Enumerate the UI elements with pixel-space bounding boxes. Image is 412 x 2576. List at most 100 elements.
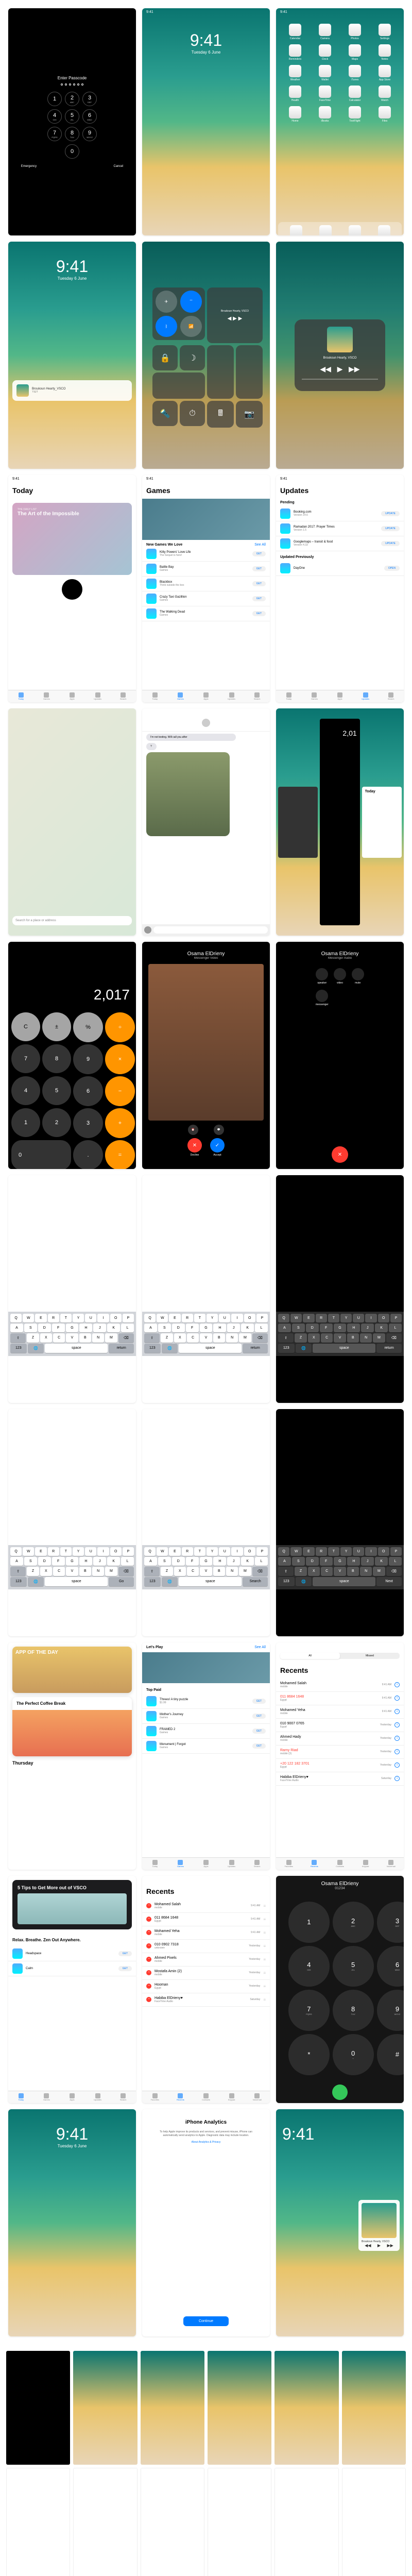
key-Z[interactable]: Z <box>161 1333 173 1343</box>
key-P[interactable]: P <box>390 1314 402 1323</box>
get-button[interactable]: GET <box>252 581 266 586</box>
key-L[interactable]: L <box>255 1557 268 1566</box>
key-N[interactable]: N <box>92 1333 104 1343</box>
key-V[interactable]: V <box>200 1333 212 1343</box>
delete-icon[interactable]: − <box>146 1943 151 1948</box>
space-key[interactable]: space <box>45 1344 108 1353</box>
key-N[interactable]: N <box>226 1567 238 1576</box>
return-key[interactable]: Next <box>376 1577 402 1586</box>
key-Y[interactable]: Y <box>207 1547 218 1556</box>
app-facetime[interactable]: FaceTime <box>312 86 338 102</box>
shift-key[interactable]: ⇧ <box>10 1567 26 1576</box>
tab-updates[interactable]: Updates <box>85 2093 111 2101</box>
key-R[interactable]: R <box>182 1314 193 1323</box>
shift-key[interactable]: ⇧ <box>10 1333 26 1343</box>
key-M[interactable]: M <box>105 1333 117 1343</box>
num-key[interactable]: 123 <box>144 1577 161 1586</box>
app-ibooks[interactable]: iBooks <box>312 106 338 123</box>
key-Z[interactable]: Z <box>295 1567 306 1576</box>
calc-key-.[interactable]: . <box>73 1140 103 1169</box>
calc-key-×[interactable]: × <box>105 1044 135 1074</box>
key-W[interactable]: W <box>157 1314 168 1323</box>
key-W[interactable]: W <box>23 1314 34 1323</box>
tab-today[interactable]: Today <box>142 692 168 700</box>
recent-row[interactable]: −010 0902 7318unknownYesterday≡ <box>142 1940 270 1953</box>
dial-4[interactable]: 4GHI <box>288 1946 330 1987</box>
key-T[interactable]: T <box>328 1314 339 1323</box>
key-P[interactable]: P <box>390 1547 402 1556</box>
key-Y[interactable]: Y <box>73 1314 84 1323</box>
key-U[interactable]: U <box>219 1547 230 1556</box>
keypad-2[interactable]: 2ABC <box>65 92 79 106</box>
list-item[interactable]: Calm GET <box>8 1961 136 1976</box>
get-button[interactable]: GET <box>252 566 266 571</box>
tab-keypad[interactable]: Keypad <box>219 2093 245 2101</box>
space-key[interactable]: space <box>179 1577 242 1586</box>
delete-icon[interactable]: − <box>146 1930 151 1935</box>
key-H[interactable]: H <box>79 1557 92 1566</box>
tips-card[interactable]: 5 Tips to Get More out of VSCO <box>12 1880 132 1929</box>
calc-key-÷[interactable]: ÷ <box>105 1012 135 1042</box>
key-Q[interactable]: Q <box>278 1547 289 1556</box>
return-key[interactable]: Go <box>109 1577 134 1586</box>
key-O[interactable]: O <box>244 1547 255 1556</box>
end-call-button[interactable]: ✕ <box>332 1146 348 1163</box>
emergency-button[interactable]: Emergency <box>21 165 37 168</box>
reorder-icon[interactable]: ≡ <box>263 1971 266 1975</box>
key-W[interactable]: W <box>290 1547 302 1556</box>
article-card[interactable]: APP OF THE DAY <box>12 1647 132 1693</box>
tab-search[interactable]: Search <box>378 692 404 700</box>
return-key[interactable]: return <box>376 1344 402 1353</box>
calculator-icon[interactable]: 🖩 <box>207 401 234 428</box>
num-key[interactable]: 123 <box>278 1344 295 1353</box>
key-V[interactable]: V <box>66 1567 78 1576</box>
key-K[interactable]: K <box>107 1324 120 1332</box>
reorder-icon[interactable]: ≡ <box>263 1917 266 1922</box>
shift-key[interactable]: ⇧ <box>278 1333 294 1343</box>
multitask-card[interactable]: Calculator 2,01 <box>320 719 359 925</box>
delete-key[interactable]: ⌫ <box>252 1333 268 1343</box>
continue-button[interactable]: Continue <box>183 2316 229 2326</box>
key-B[interactable]: B <box>213 1333 225 1343</box>
reorder-icon[interactable]: ≡ <box>263 1957 266 1962</box>
connectivity-box[interactable]: ✈ ⌔ ᛒ 📶 <box>152 287 205 340</box>
key-A[interactable]: A <box>144 1557 157 1566</box>
key-P[interactable]: P <box>256 1547 268 1556</box>
list-item[interactable]: Mother's JourneyGamesGET <box>142 1709 270 1724</box>
dial-star[interactable]: * <box>288 2034 330 2075</box>
key-Y[interactable]: Y <box>340 1314 352 1323</box>
key-S[interactable]: S <box>24 1557 37 1566</box>
key-K[interactable]: K <box>375 1324 388 1332</box>
key-N[interactable]: N <box>360 1333 372 1343</box>
wifi-icon[interactable]: ⌔ <box>180 291 202 313</box>
key-L[interactable]: L <box>121 1557 134 1566</box>
list-item[interactable]: Crazy Taxi GazillionGamesGET <box>142 591 270 606</box>
delete-key[interactable]: ⌫ <box>386 1567 402 1576</box>
shift-key[interactable]: ⇧ <box>144 1333 160 1343</box>
recent-row[interactable]: −HoomanEgyptYesterday≡ <box>142 1980 270 1993</box>
key-Y[interactable]: Y <box>73 1547 84 1556</box>
photo-message[interactable] <box>146 752 266 836</box>
list-item[interactable]: Battle BayGamesGET <box>142 562 270 577</box>
tab-apps[interactable]: Apps <box>193 1860 219 1868</box>
messenger-button[interactable]: messenger <box>316 990 329 1006</box>
key-E[interactable]: E <box>169 1314 180 1323</box>
shift-key[interactable]: ⇧ <box>278 1567 294 1576</box>
calc-key-0[interactable]: 0 <box>11 1140 71 1169</box>
dock-phone[interactable] <box>290 225 302 235</box>
key-V[interactable]: V <box>334 1567 346 1576</box>
cancel-button[interactable]: Cancel <box>114 165 124 168</box>
calc-key-+[interactable]: + <box>105 1108 135 1138</box>
update-button[interactable]: UPDATE <box>381 541 400 546</box>
get-button[interactable]: GET <box>252 1699 266 1704</box>
return-key[interactable]: return <box>243 1344 268 1353</box>
tab-updates[interactable]: Updates <box>353 692 379 700</box>
tab-favorites[interactable]: Favorites <box>142 2093 168 2101</box>
key-M[interactable]: M <box>105 1567 117 1576</box>
key-N[interactable]: N <box>226 1333 238 1343</box>
key-H[interactable]: H <box>347 1557 360 1566</box>
info-icon[interactable]: i <box>394 1682 400 1687</box>
key-T[interactable]: T <box>60 1314 72 1323</box>
get-button[interactable]: GET <box>252 1714 266 1719</box>
calc-key-6[interactable]: 6 <box>73 1076 103 1106</box>
